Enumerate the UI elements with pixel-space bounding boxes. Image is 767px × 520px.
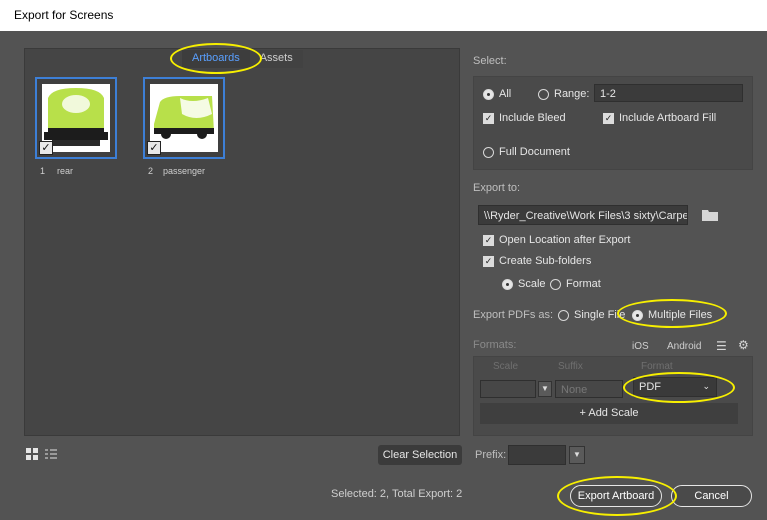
include-artboard-fill-label: Include Artboard Fill — [619, 112, 717, 124]
open-location-check: ✓ — [483, 234, 494, 246]
open-location-checkbox[interactable]: ✓ Open Location after Export — [483, 234, 630, 246]
radio-single-file-dot — [558, 309, 569, 321]
tab-artboards[interactable]: Artboards — [182, 50, 250, 68]
radio-all-dot — [483, 88, 494, 100]
radio-subfolder-format-label: Format — [566, 278, 601, 290]
radio-subfolder-scale[interactable]: Scale — [502, 278, 546, 290]
scale-dropdown-arrow[interactable]: ▼ — [538, 381, 552, 397]
radio-all-label: All — [499, 88, 512, 100]
open-location-label: Open Location after Export — [499, 234, 631, 246]
radio-range-dot — [538, 88, 549, 100]
radio-subfolder-format-dot — [550, 278, 561, 290]
radio-subfolder-scale-dot — [502, 278, 513, 290]
add-scale-button[interactable]: + Add Scale — [480, 403, 738, 424]
create-subfolders-checkbox[interactable]: ✓ Create Sub-folders — [483, 255, 591, 267]
radio-multiple-files[interactable]: Multiple Files — [632, 309, 712, 321]
artboard-thumbnail-rear[interactable]: ✓ — [35, 77, 117, 159]
gear-icon[interactable]: ⚙ — [738, 338, 749, 352]
prefix-label: Prefix: — [475, 449, 507, 461]
include-bleed-check: ✓ — [483, 112, 494, 124]
panel-tabs: Artboards Assets — [182, 50, 303, 68]
format-dropdown[interactable]: PDF ⌄ — [633, 377, 717, 397]
radio-all[interactable]: All — [483, 88, 511, 100]
clear-selection-button[interactable]: Clear Selection — [378, 445, 462, 465]
radio-subfolder-format[interactable]: Format — [550, 278, 601, 290]
col-scale-header: Scale — [493, 361, 519, 372]
suffix-input[interactable]: None — [555, 380, 623, 398]
radio-subfolder-scale-label: Scale — [518, 278, 546, 290]
export-to-label: Export to: — [473, 182, 521, 194]
ios-preset[interactable]: iOS — [632, 341, 649, 352]
artboard-number-rear: 1 — [40, 166, 46, 176]
prefix-dropdown-arrow[interactable]: ▼ — [569, 446, 585, 464]
include-bleed-checkbox[interactable]: ✓ Include Bleed — [483, 112, 566, 124]
grid-view-icon[interactable] — [26, 448, 38, 463]
radio-range-label: Range: — [554, 88, 590, 100]
artboard-number-passenger: 2 — [148, 166, 154, 176]
radio-full-document-label: Full Document — [499, 146, 570, 158]
radio-full-document[interactable]: Full Document — [483, 146, 570, 158]
radio-multiple-files-dot — [632, 309, 643, 321]
export-pdfs-label: Export PDFs as: — [473, 309, 554, 321]
radio-single-file[interactable]: Single File — [558, 309, 625, 321]
radio-multiple-files-label: Multiple Files — [648, 309, 713, 321]
export-artboard-button[interactable]: Export Artboard — [570, 485, 662, 507]
radio-full-document-dot — [483, 146, 494, 158]
prefix-input[interactable] — [508, 445, 566, 465]
formats-label: Formats: — [473, 339, 517, 351]
radio-range[interactable]: Range: — [538, 88, 589, 100]
artboard-checkbox-passenger[interactable]: ✓ — [147, 141, 161, 155]
scale-dropdown[interactable] — [480, 380, 536, 398]
folder-icon[interactable] — [702, 208, 718, 224]
window-title: Export for Screens — [0, 0, 767, 31]
artboard-thumbnail-passenger[interactable]: ✓ — [143, 77, 225, 159]
col-suffix-header: Suffix — [558, 361, 583, 372]
range-input[interactable]: 1-2 — [594, 84, 743, 102]
create-subfolders-check: ✓ — [483, 255, 494, 267]
artboard-name-rear: rear — [57, 166, 74, 176]
col-format-header: Format — [641, 361, 673, 372]
format-dropdown-value: PDF — [639, 381, 661, 393]
export-path-input[interactable]: \\Ryder_Creative\Work Files\3 sixty\Carp… — [478, 205, 688, 225]
list-view-icon[interactable] — [45, 448, 57, 463]
artboard-checkbox-rear[interactable]: ✓ — [39, 141, 53, 155]
selection-status: Selected: 2, Total Export: 2 — [331, 488, 463, 500]
include-artboard-fill-check: ✓ — [603, 112, 614, 124]
list-icon[interactable]: ☰ — [716, 339, 727, 353]
include-bleed-label: Include Bleed — [499, 112, 566, 124]
radio-single-file-label: Single File — [574, 309, 626, 321]
chevron-down-icon: ⌄ — [702, 381, 710, 391]
create-subfolders-label: Create Sub-folders — [499, 255, 592, 267]
select-label: Select: — [473, 55, 507, 67]
tab-assets[interactable]: Assets — [249, 50, 303, 68]
android-preset[interactable]: Android — [667, 341, 701, 352]
include-artboard-fill-checkbox[interactable]: ✓ Include Artboard Fill — [603, 112, 716, 124]
artboard-name-passenger: passenger — [163, 166, 206, 176]
cancel-button[interactable]: Cancel — [671, 485, 752, 507]
